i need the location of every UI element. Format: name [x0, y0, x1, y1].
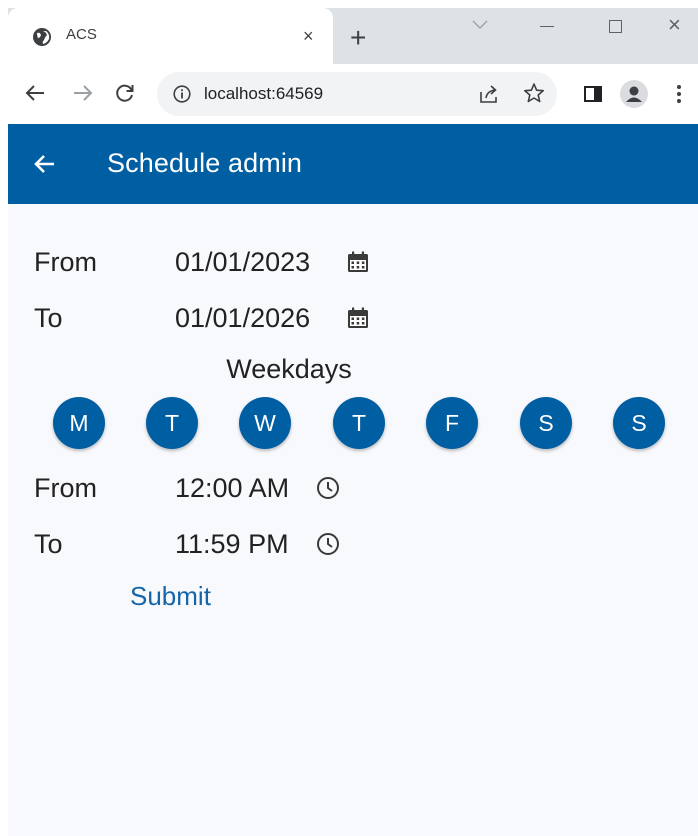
url-text[interactable]: localhost:64569: [204, 84, 323, 104]
time-to-field[interactable]: 11:59 PM: [175, 527, 289, 561]
globe-icon: [33, 28, 51, 46]
browser-back-button[interactable]: [22, 80, 48, 106]
app-bar: Schedule admin: [8, 124, 698, 204]
time-from-field[interactable]: 12:00 AM: [175, 471, 289, 505]
weekday-toggle-thursday[interactable]: T: [333, 397, 385, 449]
date-from-label: From: [34, 247, 97, 277]
tab-title: ACS: [66, 26, 97, 43]
browser-reload-button[interactable]: [112, 80, 138, 106]
side-panel-icon[interactable]: [584, 86, 602, 102]
weekday-toggle-saturday[interactable]: S: [520, 397, 572, 449]
new-tab-button[interactable]: +: [350, 24, 366, 52]
profile-avatar[interactable]: [620, 80, 648, 108]
weekdays-title: Weekdays: [226, 354, 352, 384]
window-close-button[interactable]: ×: [668, 14, 681, 36]
bookmark-star-icon[interactable]: [523, 82, 545, 104]
clock-icon[interactable]: [316, 476, 340, 500]
page-title: Schedule admin: [107, 148, 303, 178]
minimize-button[interactable]: [540, 26, 554, 27]
date-to-field[interactable]: 01/01/2026: [175, 301, 310, 335]
person-icon: [626, 86, 642, 102]
browser-forward-button[interactable]: [70, 80, 96, 106]
calendar-icon[interactable]: [346, 306, 370, 330]
calendar-icon[interactable]: [346, 250, 370, 274]
weekday-toggle-sunday[interactable]: S: [613, 397, 665, 449]
submit-button[interactable]: Submit: [130, 579, 211, 613]
arrow-left-icon: [25, 85, 44, 101]
app-content: Schedule admin From 01/01/2023 To 01/01/…: [8, 124, 698, 836]
more-vert-icon[interactable]: [676, 84, 682, 104]
share-icon[interactable]: [478, 84, 500, 104]
date-to-label: To: [34, 303, 63, 333]
weekday-toggle-friday[interactable]: F: [426, 397, 478, 449]
time-to-label: To: [34, 529, 63, 559]
tab-search-chevron-icon[interactable]: [470, 18, 490, 32]
arrow-right-icon: [74, 85, 93, 101]
arrow-left-icon: [34, 155, 54, 173]
browser-tab[interactable]: ACS ×: [8, 8, 333, 64]
maximize-button[interactable]: [609, 20, 622, 33]
weekday-toggle-tuesday[interactable]: T: [146, 397, 198, 449]
weekday-toggle-wednesday[interactable]: W: [239, 397, 291, 449]
info-icon[interactable]: [173, 85, 191, 103]
reload-icon: [116, 84, 134, 102]
clock-icon[interactable]: [316, 532, 340, 556]
date-from-field[interactable]: 01/01/2023: [175, 245, 310, 279]
back-button[interactable]: [30, 150, 58, 178]
tab-close-button[interactable]: ×: [303, 26, 314, 46]
time-from-label: From: [34, 473, 97, 503]
weekday-toggle-monday[interactable]: M: [53, 397, 105, 449]
